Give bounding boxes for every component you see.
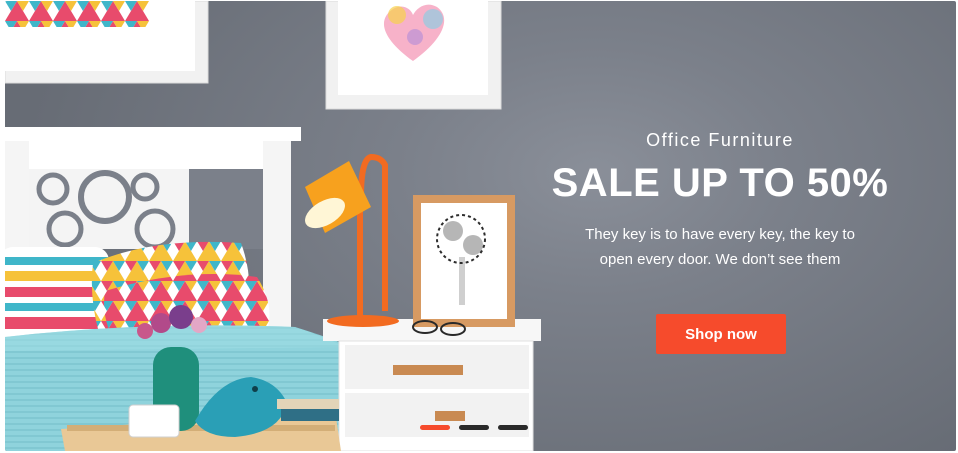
shop-now-button[interactable]: Shop now	[656, 314, 786, 354]
slider-dot-1[interactable]	[420, 425, 450, 430]
slide-caption: Office Furniture SALE UP TO 50% They key…	[545, 128, 895, 272]
slider-dot-2[interactable]	[459, 425, 489, 430]
slide-headline: SALE UP TO 50%	[551, 161, 889, 205]
slide-description: They key is to have every key, the key t…	[585, 226, 855, 268]
slider-dot-3[interactable]	[498, 425, 528, 430]
slider-pagination	[420, 425, 528, 430]
slide-eyebrow: Office Furniture	[646, 130, 794, 150]
